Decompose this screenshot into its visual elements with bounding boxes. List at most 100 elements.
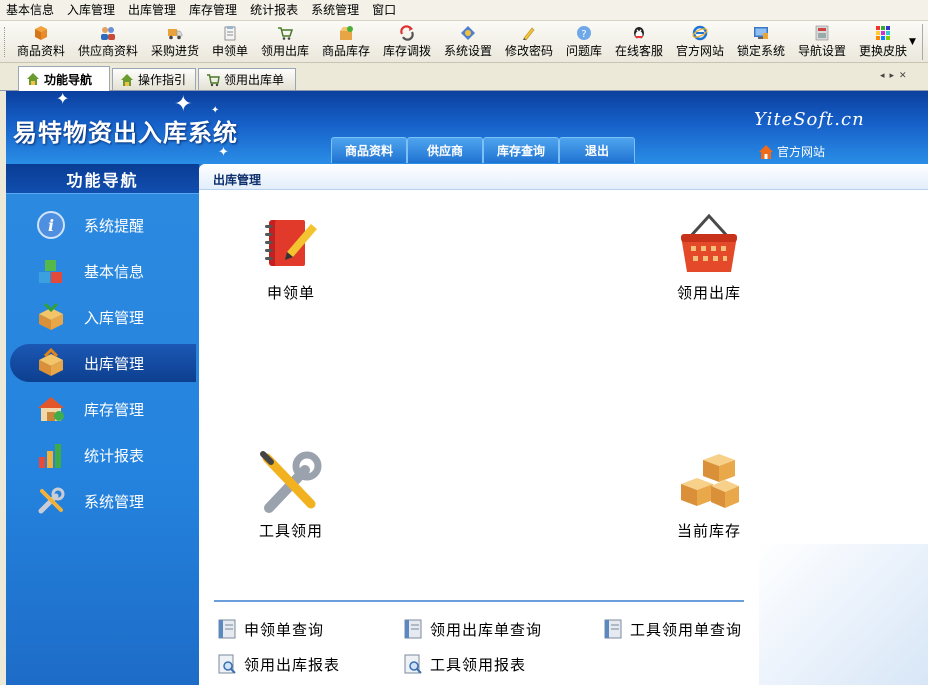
toolbar-nav-settings-button[interactable]: 导航设置 — [795, 24, 849, 60]
top-nav-exit[interactable]: 退出 — [559, 137, 635, 163]
toolbar-password-button[interactable]: 修改密码 — [502, 24, 556, 60]
lock-icon — [754, 27, 768, 39]
svg-text:?: ? — [581, 29, 586, 40]
toolbar-request-button[interactable]: 申领单 — [209, 24, 251, 60]
menu-inventory[interactable]: 库存管理 — [183, 0, 244, 20]
toolbar-support-button[interactable]: 在线客服 — [612, 24, 666, 60]
sparkle-icon: ✦ — [56, 91, 70, 108]
svg-text:i: i — [48, 216, 54, 235]
menu-basic-info[interactable]: 基本信息 — [0, 0, 61, 20]
home-arrow-icon — [27, 73, 39, 85]
query-book-icon — [604, 619, 622, 639]
sidebar-header: 功能导航 — [6, 164, 199, 194]
sidebar-item-outbound[interactable]: 出库管理 — [10, 344, 196, 382]
issue-report-link[interactable]: 领用出库报表 — [216, 653, 340, 675]
toolbar-issue-button[interactable]: 领用出库 — [258, 24, 312, 60]
toolbar-skin-button[interactable]: 更换皮肤 — [856, 24, 910, 60]
outbound-box-icon — [39, 348, 63, 376]
main-header: 出库管理 — [199, 164, 928, 190]
sidebar-item-reports[interactable]: 统计报表 — [10, 436, 196, 474]
request-form-query-link[interactable]: 申领单查询 — [216, 618, 324, 640]
query-book-icon — [218, 619, 236, 639]
tab-issue-form[interactable]: 领用出库单 — [198, 68, 296, 90]
app-title: 易特物资出入库系统 — [13, 119, 238, 147]
report-magnifier-icon — [404, 654, 422, 674]
issue-outbound-shortcut[interactable]: 领用出库 — [669, 212, 749, 303]
palette-icon — [876, 26, 890, 40]
toolbar-settings-button[interactable]: 系统设置 — [441, 24, 495, 60]
current-stock-shortcut[interactable]: 当前库存 — [669, 450, 749, 541]
tool-issue-report-link[interactable]: 工具领用报表 — [402, 653, 526, 675]
ie-icon — [692, 25, 708, 41]
transfer-icon — [400, 25, 414, 41]
sidebar-item-inventory[interactable]: 库存管理 — [10, 390, 196, 428]
inbound-box-icon — [39, 302, 63, 330]
toolbar-website-button[interactable]: 官方网站 — [673, 24, 727, 60]
toolbar-separator — [922, 24, 924, 60]
report-magnifier-icon — [218, 654, 236, 674]
pencil-icon — [523, 27, 535, 41]
truck-icon — [168, 29, 183, 40]
supplier-icon — [101, 27, 115, 40]
cart-icon — [207, 73, 220, 86]
toolbar-supplier-button[interactable]: 供应商资料 — [75, 24, 141, 60]
official-site-link[interactable]: 官方网站 — [758, 143, 825, 160]
menu-window[interactable]: 窗口 — [366, 0, 403, 20]
page-title: 出库管理 — [213, 173, 262, 187]
toolbar-overflow-icon[interactable]: ▼ — [909, 37, 916, 47]
toolbar-goods-button[interactable]: 商品资料 — [14, 24, 68, 60]
toolbar-purchase-button[interactable]: 采购进货 — [148, 24, 202, 60]
menu-bar: 基本信息 入库管理 出库管理 库存管理 统计报表 系统管理 窗口 — [0, 0, 928, 21]
toolbar-faq-button[interactable]: ? 问题库 — [563, 24, 605, 60]
sidebar: 功能导航 i 系统提醒 基本信息 入库管理 出库管理 库存管理 统计报表 系统管… — [6, 164, 199, 685]
info-icon: i — [37, 211, 65, 239]
cubes-icon — [39, 260, 62, 283]
qq-icon — [634, 27, 644, 39]
tab-strip: 功能导航 操作指引 领用出库单 ◂▸✕ — [0, 63, 928, 91]
main-panel: 出库管理 申领单 领用出库 工具领用 当前库存 申领单查询 领用出库单查询 工具… — [199, 164, 928, 685]
tab-scroll-arrows[interactable]: ◂▸✕ — [880, 71, 912, 81]
top-nav-stock-query[interactable]: 库存查询 — [483, 137, 559, 163]
toolbar-transfer-button[interactable]: 库存调拨 — [380, 24, 434, 60]
goods-icon — [35, 26, 47, 40]
toolbar-lock-button[interactable]: 锁定系统 — [734, 24, 788, 60]
toolbar: 商品资料 供应商资料 采购进货 申领单 领用出库 商品库存 库存调拨 系统设置 … — [0, 21, 928, 63]
wrench-screwdriver-icon — [260, 451, 322, 513]
help-icon: ? — [577, 26, 591, 40]
issue-form-query-link[interactable]: 领用出库单查询 — [402, 618, 542, 640]
menu-reports[interactable]: 统计报表 — [244, 0, 305, 20]
toolbar-grip[interactable] — [4, 27, 7, 57]
notebook-pencil-icon — [265, 220, 317, 266]
top-nav-goods[interactable]: 商品资料 — [331, 137, 407, 163]
house-icon — [759, 144, 773, 159]
brand-logo-text: YiteSoft.cn — [754, 109, 865, 130]
tool-issue-query-link[interactable]: 工具领用单查询 — [602, 618, 742, 640]
toolbar-stock-button[interactable]: 商品库存 — [319, 24, 373, 60]
basket-icon — [681, 213, 737, 272]
app-frame: ✦ ✦ ✦ ✦ 易特物资出入库系统 YiteSoft.cn 官方网站 商品资料 … — [6, 91, 928, 685]
top-nav-supplier[interactable]: 供应商 — [407, 137, 483, 163]
home-arrow-icon — [121, 73, 133, 86]
menu-system[interactable]: 系统管理 — [305, 0, 366, 20]
settings-icon — [461, 26, 475, 40]
menu-inbound[interactable]: 入库管理 — [61, 0, 122, 20]
request-form-shortcut[interactable]: 申领单 — [255, 212, 327, 303]
tab-function-nav[interactable]: 功能导航 — [18, 66, 110, 91]
sidebar-item-basic-info[interactable]: 基本信息 — [10, 252, 196, 290]
tools-icon — [38, 487, 65, 514]
box-icon — [340, 26, 353, 40]
tab-operation-guide[interactable]: 操作指引 — [112, 68, 196, 90]
query-book-icon — [404, 619, 422, 639]
sidebar-item-system[interactable]: 系统管理 — [10, 482, 196, 520]
sidebar-item-reminders[interactable]: i 系统提醒 — [10, 206, 196, 244]
background-keyboard-image — [759, 544, 928, 685]
warehouse-icon — [38, 397, 64, 421]
stacked-boxes-icon — [681, 454, 739, 508]
cart-icon — [278, 27, 293, 40]
navigation-icon — [815, 25, 829, 41]
tool-issue-shortcut[interactable]: 工具领用 — [245, 450, 337, 541]
sidebar-item-inbound[interactable]: 入库管理 — [10, 298, 196, 336]
menu-outbound[interactable]: 出库管理 — [122, 0, 183, 20]
section-divider — [214, 600, 744, 602]
banner: ✦ ✦ ✦ ✦ 易特物资出入库系统 YiteSoft.cn 官方网站 商品资料 … — [6, 91, 928, 164]
